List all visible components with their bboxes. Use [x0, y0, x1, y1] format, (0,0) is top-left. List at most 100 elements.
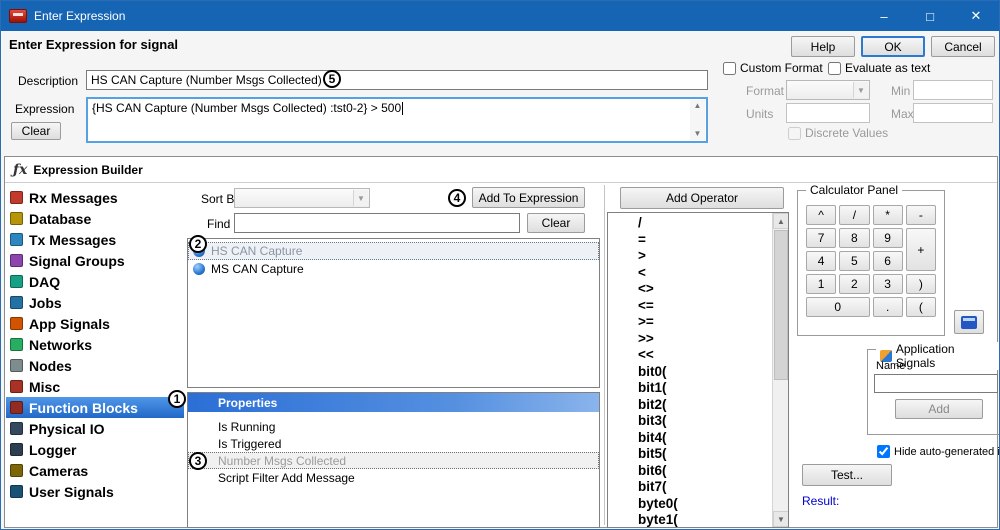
sidebar-item[interactable]: Logger [6, 439, 184, 460]
sidebar-item[interactable]: Networks [6, 334, 184, 355]
operator-item[interactable]: bit2( [638, 397, 788, 414]
custom-format-checkbox[interactable]: Custom Format [723, 61, 823, 75]
evaluate-as-text-checkbox[interactable]: Evaluate as text [828, 61, 930, 75]
sidebar-item[interactable]: DAQ [6, 271, 184, 292]
calculator-key[interactable]: ) [906, 274, 936, 294]
calculator-key[interactable]: * [873, 205, 903, 225]
operator-item[interactable]: bit7( [638, 479, 788, 496]
find-clear-button[interactable]: Clear [527, 213, 585, 233]
sort-by-dropdown[interactable]: ▼ [234, 188, 370, 208]
daq-icon [10, 275, 23, 288]
operator-item[interactable]: byte1( [638, 512, 788, 528]
signal-list-item[interactable]: HS CAN Capture [188, 242, 599, 260]
operator-item[interactable]: bit4( [638, 430, 788, 447]
calculator-key[interactable]: 2 [839, 274, 869, 294]
scroll-up-icon[interactable]: ▲ [773, 213, 789, 229]
sidebar-item[interactable]: Physical IO [6, 418, 184, 439]
signal-list-item[interactable]: MS CAN Capture [188, 260, 599, 278]
max-label: Max [891, 107, 914, 121]
find-input[interactable] [234, 213, 520, 233]
operator-item[interactable]: bit1( [638, 380, 788, 397]
property-item[interactable]: Is Running [188, 418, 599, 435]
operator-item[interactable]: >= [638, 314, 788, 331]
property-item[interactable]: Number Msgs Collected [188, 452, 599, 469]
calculator-key[interactable]: 7 [806, 228, 836, 248]
operator-item[interactable]: bit3( [638, 413, 788, 430]
hide-auto-generated-checkbox[interactable]: Hide auto-generated it [877, 445, 1000, 458]
operator-item[interactable]: byte0( [638, 496, 788, 513]
calculator-key[interactable]: + [906, 228, 936, 271]
app-signal-add-button[interactable]: Add [895, 399, 983, 419]
units-input[interactable] [786, 103, 870, 123]
sidebar-item[interactable]: Jobs [6, 292, 184, 313]
calculator-key[interactable]: ^ [806, 205, 836, 225]
calculator-key[interactable]: . [873, 297, 903, 317]
discrete-values-checkbox[interactable]: Discrete Values [788, 126, 888, 140]
scroll-down-icon[interactable]: ▼ [773, 511, 789, 527]
format-dropdown[interactable]: ▼ [786, 80, 870, 100]
add-operator-button[interactable]: Add Operator [620, 187, 784, 209]
calculator-key[interactable]: 0 [806, 297, 870, 317]
operator-item[interactable]: = [638, 232, 788, 249]
property-item[interactable]: Is Triggered [188, 435, 599, 452]
operator-item[interactable]: <> [638, 281, 788, 298]
close-button[interactable]: ✕ [953, 1, 999, 31]
description-input[interactable] [86, 70, 708, 90]
calculator-key[interactable]: 6 [873, 251, 903, 271]
sidebar-item[interactable]: Tx Messages [6, 229, 184, 250]
evaluate-as-text-checkbox-input[interactable] [828, 62, 841, 75]
cancel-button[interactable]: Cancel [931, 36, 995, 57]
calculator-key[interactable]: - [906, 205, 936, 225]
calculator-key[interactable]: 8 [839, 228, 869, 248]
operator-item[interactable]: / [638, 215, 788, 232]
clear-expression-button[interactable]: Clear [11, 122, 61, 140]
calculator-key[interactable]: 4 [806, 251, 836, 271]
calculator-key[interactable]: ( [906, 297, 936, 317]
app-signal-name-input[interactable] [874, 374, 998, 393]
maximize-button[interactable]: □ [907, 1, 953, 31]
scroll-up-icon[interactable]: ▲ [694, 102, 702, 110]
minimize-button[interactable]: – [861, 1, 907, 31]
operator-item[interactable]: bit0( [638, 364, 788, 381]
calculator-key[interactable]: 1 [806, 274, 836, 294]
operator-item[interactable]: > [638, 248, 788, 265]
operator-item[interactable]: bit5( [638, 446, 788, 463]
add-to-expression-button[interactable]: Add To Expression [472, 187, 585, 208]
calculator-key[interactable]: / [839, 205, 869, 225]
scrollbar-thumb[interactable] [774, 230, 788, 380]
sidebar-item[interactable]: Database [6, 208, 184, 229]
window-title: Enter Expression [34, 9, 125, 23]
min-input[interactable] [913, 80, 993, 100]
sidebar-item[interactable]: Misc [6, 376, 184, 397]
expression-scrollbar[interactable]: ▲ ▼ [690, 100, 705, 140]
sidebar-item[interactable]: App Signals [6, 313, 184, 334]
custom-format-checkbox-input[interactable] [723, 62, 736, 75]
operator-item[interactable]: < [638, 265, 788, 282]
sidebar-item[interactable]: Rx Messages [6, 187, 184, 208]
calculator-key[interactable]: 5 [839, 251, 869, 271]
sidebar-item[interactable]: Cameras [6, 460, 184, 481]
sidebar-item[interactable]: Function Blocks [6, 397, 184, 418]
calculator-key[interactable]: 9 [873, 228, 903, 248]
operator-item[interactable]: << [638, 347, 788, 364]
operator-scrollbar[interactable]: ▲ ▼ [772, 213, 788, 527]
builder-title: Expression Builder [33, 163, 142, 177]
max-input[interactable] [913, 103, 993, 123]
calculator-key[interactable]: 3 [873, 274, 903, 294]
hide-auto-generated-checkbox-input[interactable] [877, 445, 890, 458]
ok-button[interactable]: OK [861, 36, 925, 57]
calculator-launch-button[interactable] [954, 310, 984, 334]
operator-item[interactable]: bit6( [638, 463, 788, 480]
user-signals-icon [10, 485, 23, 498]
nodes-icon [10, 359, 23, 372]
scroll-down-icon[interactable]: ▼ [694, 130, 702, 138]
expression-input[interactable]: {HS CAN Capture (Number Msgs Collected) … [86, 97, 708, 143]
sidebar-item[interactable]: Signal Groups [6, 250, 184, 271]
operator-item[interactable]: <= [638, 298, 788, 315]
property-item[interactable]: Script Filter Add Message [188, 469, 599, 486]
help-button[interactable]: Help [791, 36, 855, 57]
sidebar-item[interactable]: Nodes [6, 355, 184, 376]
sidebar-item[interactable]: User Signals [6, 481, 184, 502]
test-button[interactable]: Test... [802, 464, 892, 486]
operator-item[interactable]: >> [638, 331, 788, 348]
